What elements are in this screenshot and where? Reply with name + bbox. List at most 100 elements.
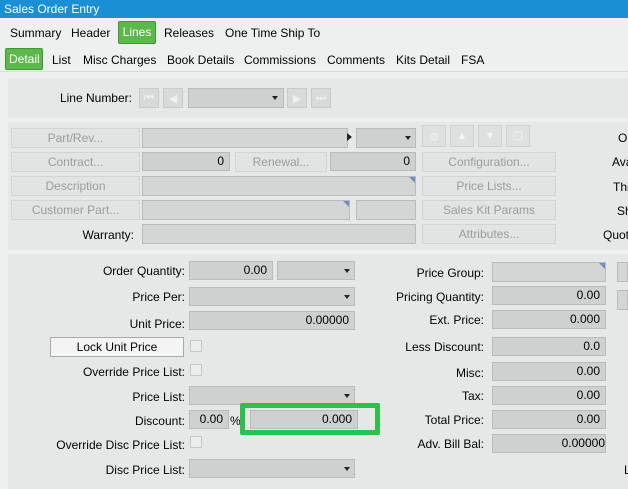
- lock-icon[interactable]: ⊘: [422, 125, 446, 147]
- override-disc-price-list-label: Override Disc Price List:: [56, 438, 185, 452]
- ship-label-cut: Sh: [617, 204, 628, 218]
- chevron-down-icon: [344, 467, 350, 471]
- sub-tab-bar: Detail List Misc Charges Book Details Co…: [0, 46, 628, 72]
- price-lists-button[interactable]: Price Lists...: [422, 176, 556, 196]
- contract-field[interactable]: 0: [142, 152, 230, 171]
- tab-releases[interactable]: Releases: [161, 23, 217, 43]
- total-price-label: Total Price:: [424, 413, 484, 427]
- last-line-button[interactable]: ⏭: [311, 88, 331, 108]
- tab-commissions[interactable]: Commissions: [241, 50, 319, 70]
- tab-lines[interactable]: Lines: [118, 21, 156, 44]
- corner-marker-icon: [409, 177, 415, 183]
- customer-part-button[interactable]: Customer Part...: [11, 200, 140, 220]
- right-cut-field-1[interactable]: [617, 262, 628, 282]
- right-cut-field-2[interactable]: [617, 290, 628, 310]
- chevron-right-icon: [347, 133, 352, 141]
- contract-button[interactable]: Contract...: [11, 152, 140, 172]
- quote-label-cut: Quot: [603, 228, 628, 242]
- tab-kits-detail[interactable]: Kits Detail: [393, 50, 453, 70]
- next-icon: ▶: [292, 92, 302, 105]
- prev-icon: ◀: [168, 92, 178, 105]
- window-title: Sales Order Entry: [0, 0, 628, 18]
- discount-label: Discount:: [134, 414, 185, 428]
- price-list-label: Price List:: [132, 390, 185, 404]
- lock-unit-price-checkbox[interactable]: [190, 340, 202, 352]
- tab-detail[interactable]: Detail: [5, 48, 43, 70]
- chevron-down-icon: [344, 394, 350, 398]
- chevron-down-icon: [405, 136, 411, 140]
- disc-price-list-combo[interactable]: [189, 459, 355, 478]
- tab-one-time-ship-to[interactable]: One Time Ship To: [222, 23, 323, 43]
- uom-combo[interactable]: [277, 261, 355, 280]
- first-line-button[interactable]: ⏮: [139, 88, 159, 108]
- pricing-quantity-field[interactable]: 0.00: [492, 286, 606, 305]
- arrow-up-icon[interactable]: ▲: [450, 125, 474, 147]
- tab-list[interactable]: List: [49, 50, 74, 70]
- override-price-list-label: Override Price List:: [82, 365, 185, 379]
- ext-price-label: Ext. Price:: [429, 313, 484, 327]
- available-label-cut: Ava: [612, 155, 628, 169]
- unit-price-label: Unit Price:: [129, 317, 185, 331]
- revision-combo[interactable]: [356, 128, 416, 148]
- tab-fsa[interactable]: FSA: [458, 50, 487, 70]
- window-icon[interactable]: ❐: [506, 125, 530, 147]
- misc-field[interactable]: 0.00: [492, 362, 606, 381]
- misc-label: Misc:: [456, 366, 484, 380]
- chevron-down-icon: [272, 96, 278, 100]
- price-group-field[interactable]: [492, 262, 606, 282]
- total-price-field[interactable]: 0.00: [492, 410, 606, 429]
- chevron-down-icon: [344, 269, 350, 273]
- override-disc-price-list-checkbox[interactable]: [190, 436, 202, 448]
- warranty-label: Warranty:: [82, 228, 134, 242]
- pricing-quantity-label: Pricing Quantity:: [395, 290, 484, 304]
- order-date-label-cut: Or: [618, 131, 628, 145]
- less-discount-field[interactable]: 0.0: [492, 337, 606, 356]
- description-button[interactable]: Description: [11, 176, 140, 196]
- price-group-label: Price Group:: [416, 266, 484, 280]
- customer-part-field[interactable]: [142, 200, 350, 220]
- tab-summary[interactable]: Summary: [7, 23, 64, 43]
- customer-part-rev-field[interactable]: [356, 200, 416, 220]
- line-number-combo[interactable]: [188, 88, 284, 108]
- disc-price-list-label: Disc Price List:: [105, 463, 185, 477]
- corner-marker-icon: [599, 263, 605, 269]
- tax-label: Tax:: [461, 389, 484, 403]
- tax-field[interactable]: 0.00: [492, 386, 606, 405]
- lock-unit-price-button[interactable]: Lock Unit Price: [50, 337, 184, 357]
- main-tab-bar: Summary Header Lines Releases One Time S…: [0, 18, 628, 46]
- part-rev-button[interactable]: Part/Rev...: [11, 128, 140, 148]
- corner-marker-icon: [343, 201, 349, 207]
- adv-bill-bal-label: Adv. Bill Bal:: [417, 437, 484, 451]
- line-number-label: Line Number:: [59, 91, 132, 105]
- tab-misc-charges[interactable]: Misc Charges: [80, 50, 159, 70]
- description-field[interactable]: [142, 176, 416, 196]
- this-label-cut: Thi: [613, 180, 628, 194]
- next-line-button[interactable]: ▶: [287, 88, 307, 108]
- arrow-down-icon[interactable]: ▼: [478, 125, 502, 147]
- prev-line-button[interactable]: ◀: [163, 88, 183, 108]
- part-field[interactable]: [142, 128, 348, 148]
- configuration-button[interactable]: Configuration...: [422, 152, 556, 172]
- price-per-label: Price Per:: [132, 290, 185, 304]
- override-price-list-checkbox[interactable]: [190, 364, 202, 376]
- adv-bill-bal-field[interactable]: 0.00000: [492, 434, 606, 453]
- warranty-field[interactable]: [142, 224, 416, 244]
- order-quantity-field[interactable]: 0.00: [189, 261, 273, 280]
- unit-price-field[interactable]: 0.00000: [189, 311, 355, 330]
- tab-header[interactable]: Header: [68, 23, 113, 43]
- tab-book-details[interactable]: Book Details: [164, 50, 237, 70]
- chevron-down-icon: [344, 295, 350, 299]
- renewal-button[interactable]: Renewal...: [235, 152, 327, 172]
- discount-percent-field[interactable]: 0.00: [189, 410, 229, 429]
- renewal-field[interactable]: 0: [330, 152, 416, 171]
- attributes-button[interactable]: Attributes...: [422, 224, 556, 244]
- price-per-combo[interactable]: [189, 287, 355, 306]
- ext-price-field[interactable]: 0.000: [492, 310, 606, 329]
- less-discount-label: Less Discount:: [405, 340, 484, 354]
- percent-symbol: %: [230, 414, 241, 428]
- last-icon: ⏭: [316, 91, 326, 104]
- right-cut-label: L: [624, 463, 628, 477]
- first-icon: ⏮: [144, 91, 154, 104]
- tab-comments[interactable]: Comments: [324, 50, 388, 70]
- sales-kit-params-button[interactable]: Sales Kit Params: [422, 200, 556, 220]
